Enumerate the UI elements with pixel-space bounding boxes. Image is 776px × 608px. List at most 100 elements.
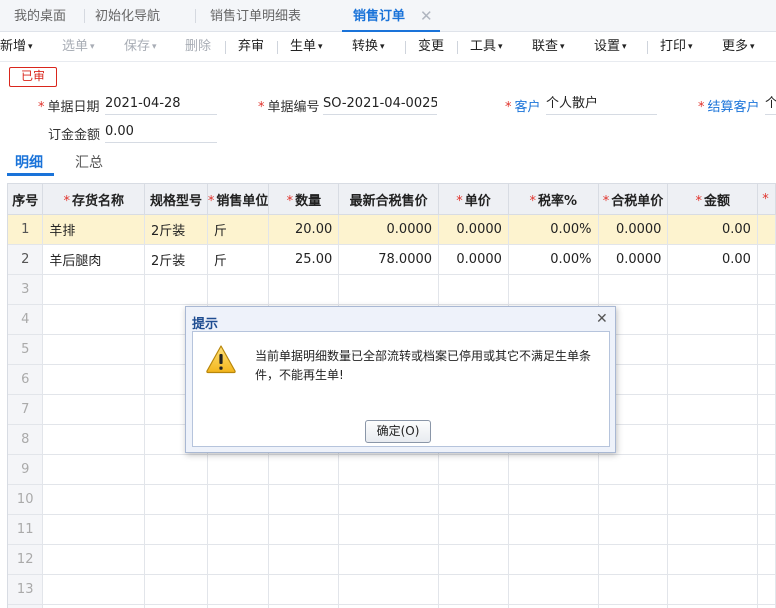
new-button[interactable]: 新增 ▾ xyxy=(0,32,33,62)
table-row[interactable]: 13 xyxy=(8,574,776,605)
cell-quantity[interactable]: 25.00 xyxy=(268,244,340,275)
table-cell[interactable] xyxy=(667,274,758,305)
cell-next[interactable] xyxy=(757,214,776,245)
delete-button[interactable]: 删除 xyxy=(185,32,211,62)
more-button[interactable]: 更多 ▾ xyxy=(722,32,755,62)
table-row[interactable]: 2 羊后腿肉 2斤装 斤 25.00 78.0000 0.0000 0.00% … xyxy=(8,244,776,275)
tab-sales-order[interactable]: 销售订单 xyxy=(353,0,405,32)
column-header-tax-rate[interactable]: * 税率% xyxy=(508,183,599,215)
column-header-item-name[interactable]: * 存货名称 xyxy=(42,183,146,215)
table-row[interactable]: 10 xyxy=(8,484,776,515)
table-cell[interactable] xyxy=(338,574,440,605)
table-cell[interactable] xyxy=(667,484,758,515)
linked-query-button[interactable]: 联查 ▾ xyxy=(532,32,565,62)
customer-field[interactable]: 个人散户 xyxy=(546,93,657,115)
column-header-quantity[interactable]: * 数量 xyxy=(268,183,340,215)
table-cell[interactable] xyxy=(757,304,776,335)
cell-sales-unit[interactable]: 斤 xyxy=(207,214,270,245)
table-cell[interactable] xyxy=(508,604,599,608)
table-cell[interactable] xyxy=(508,514,599,545)
table-row[interactable]: 3 xyxy=(8,274,776,305)
table-cell[interactable] xyxy=(757,514,776,545)
table-cell[interactable] xyxy=(508,484,599,515)
table-cell[interactable] xyxy=(667,334,758,365)
tab-init-nav[interactable]: 初始化导航 xyxy=(95,0,160,32)
table-cell[interactable] xyxy=(268,514,340,545)
table-cell[interactable] xyxy=(667,544,758,575)
ok-button[interactable]: 确定(O) xyxy=(365,420,431,443)
cell-item-name[interactable]: 羊后腿肉 xyxy=(42,244,146,275)
table-cell[interactable] xyxy=(598,574,669,605)
column-header-sales-unit[interactable]: * 销售单位 xyxy=(207,183,270,215)
table-row[interactable]: 1 羊排 2斤装 斤 20.00 0.0000 0.0000 0.00% 0.0… xyxy=(8,214,776,245)
cell-tax-rate[interactable]: 0.00% xyxy=(508,214,599,245)
settle-customer-label[interactable]: * 结算客户 xyxy=(698,96,760,115)
table-cell[interactable] xyxy=(598,484,669,515)
table-cell[interactable] xyxy=(144,514,208,545)
cell-tax-rate[interactable]: 0.00% xyxy=(508,244,599,275)
table-cell[interactable] xyxy=(207,514,270,545)
cell-amount[interactable]: 0.00 xyxy=(667,244,758,275)
table-cell[interactable] xyxy=(42,454,146,485)
table-cell[interactable] xyxy=(667,364,758,395)
table-cell[interactable] xyxy=(667,424,758,455)
table-cell[interactable] xyxy=(508,544,599,575)
table-cell[interactable] xyxy=(757,604,776,608)
column-header-amount[interactable]: * 金额 xyxy=(667,183,758,215)
cell-unit-price[interactable]: 0.0000 xyxy=(438,214,509,245)
table-cell[interactable] xyxy=(268,454,340,485)
cell-spec[interactable]: 2斤装 xyxy=(144,214,208,245)
table-cell[interactable] xyxy=(207,484,270,515)
unaudit-button[interactable]: 弃审 xyxy=(238,32,264,62)
table-cell[interactable] xyxy=(338,604,440,608)
column-header-unit-price[interactable]: * 单价 xyxy=(438,183,509,215)
table-cell[interactable] xyxy=(508,574,599,605)
table-cell[interactable] xyxy=(508,454,599,485)
table-cell[interactable] xyxy=(438,274,509,305)
table-cell[interactable] xyxy=(438,514,509,545)
table-cell[interactable] xyxy=(42,364,146,395)
table-cell[interactable] xyxy=(42,604,146,608)
table-cell[interactable] xyxy=(667,394,758,425)
table-cell[interactable] xyxy=(667,304,758,335)
column-header-spec[interactable]: 规格型号 xyxy=(144,183,208,215)
table-cell[interactable] xyxy=(144,604,208,608)
table-row[interactable]: 11 xyxy=(8,514,776,545)
table-cell[interactable] xyxy=(757,454,776,485)
table-cell[interactable] xyxy=(338,274,440,305)
cell-tax-unit-price[interactable]: 0.0000 xyxy=(598,214,669,245)
table-cell[interactable] xyxy=(667,604,758,608)
table-cell[interactable] xyxy=(338,544,440,575)
table-cell[interactable] xyxy=(757,484,776,515)
table-cell[interactable] xyxy=(598,274,669,305)
table-cell[interactable] xyxy=(757,274,776,305)
close-icon[interactable]: ✕ xyxy=(420,0,433,32)
table-cell[interactable] xyxy=(438,574,509,605)
table-cell[interactable] xyxy=(207,604,270,608)
table-row[interactable]: 9 xyxy=(8,454,776,485)
table-cell[interactable] xyxy=(144,274,208,305)
select-order-button[interactable]: 选单 ▾ xyxy=(62,32,95,62)
table-cell[interactable] xyxy=(207,574,270,605)
save-button[interactable]: 保存 ▾ xyxy=(124,32,157,62)
change-button[interactable]: 变更 xyxy=(418,32,444,62)
column-header-next[interactable]: * xyxy=(757,183,776,215)
table-cell[interactable] xyxy=(438,604,509,608)
table-row[interactable]: 12 xyxy=(8,544,776,575)
table-cell[interactable] xyxy=(207,544,270,575)
table-cell[interactable] xyxy=(42,514,146,545)
settle-customer-field[interactable]: 个 xyxy=(765,93,776,115)
cell-quantity[interactable]: 20.00 xyxy=(268,214,340,245)
column-header-latest-price[interactable]: 最新合税售价 xyxy=(338,183,440,215)
generate-order-button[interactable]: 生单 ▾ xyxy=(290,32,323,62)
table-cell[interactable] xyxy=(338,514,440,545)
table-cell[interactable] xyxy=(207,274,270,305)
table-cell[interactable] xyxy=(757,364,776,395)
table-cell[interactable] xyxy=(757,574,776,605)
table-cell[interactable] xyxy=(42,544,146,575)
table-cell[interactable] xyxy=(508,274,599,305)
cell-tax-unit-price[interactable]: 0.0000 xyxy=(598,244,669,275)
table-cell[interactable] xyxy=(757,334,776,365)
table-cell[interactable] xyxy=(438,454,509,485)
table-cell[interactable] xyxy=(757,544,776,575)
